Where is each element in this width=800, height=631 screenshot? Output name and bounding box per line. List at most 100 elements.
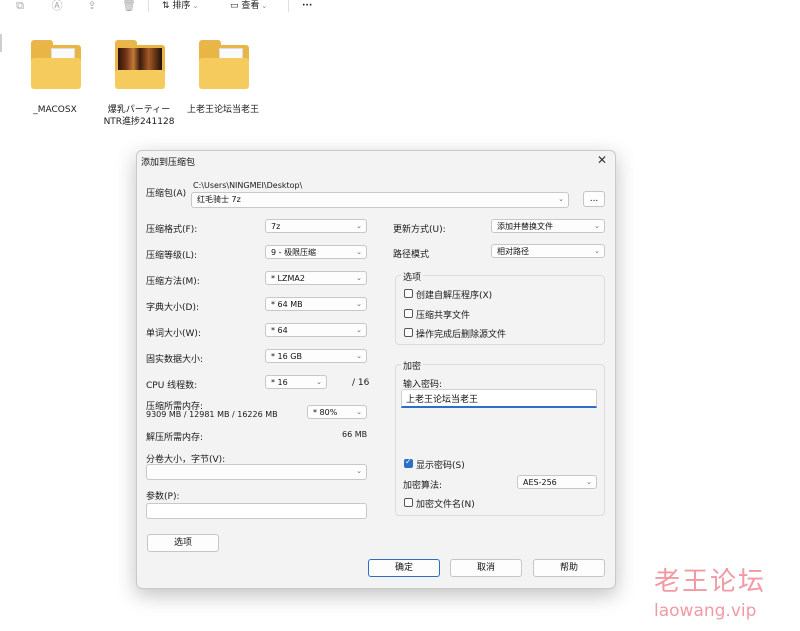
cpu-total: / 16 — [352, 378, 370, 388]
copy-icon[interactable]: ⧉ — [14, 0, 26, 12]
enc-method-value: AES-256 — [523, 478, 557, 487]
toolbar-divider — [288, 0, 289, 12]
folder-icon — [199, 38, 249, 90]
share-icon[interactable]: ⇪ — [86, 0, 98, 12]
watermark-url: laowang.vip — [654, 601, 757, 621]
folder-name: 爆乳パーティー NTR進捗241128 — [103, 105, 175, 127]
sort-icon: ⇅ — [162, 1, 170, 11]
selection-indicator — [0, 34, 2, 52]
close-icon[interactable]: ✕ — [597, 153, 607, 167]
show-password-checkbox[interactable] — [404, 457, 413, 468]
pathmode-select[interactable]: 相对路径 ⌄ — [491, 244, 605, 258]
sfx-checkbox[interactable] — [404, 289, 413, 298]
add-to-archive-dialog: 添加到压缩包 ✕ 压缩包(A) C:\Users\NINGMEI\Desktop… — [136, 150, 616, 589]
chevron-down-icon: ⌄ — [192, 2, 199, 10]
update-value: 添加并替换文件 — [497, 222, 553, 231]
solid-value: * 16 GB — [271, 352, 302, 361]
archive-path: C:\Users\NINGMEI\Desktop\ — [193, 181, 303, 190]
mem-select[interactable]: * 80% ⌄ — [307, 405, 367, 419]
explorer-toolbar: ⧉ Ⓐ ⇪ 🗑 ⇅ 排序 ⌄ ▭ 查看 ⌄ ··· — [0, 0, 800, 16]
archive-name-combo[interactable]: 红毛骑士 7z ⌄ — [191, 192, 569, 208]
format-value: 7z — [271, 222, 281, 231]
params-input[interactable] — [146, 503, 367, 519]
archive-label: 压缩包(A) — [146, 189, 187, 199]
ok-button[interactable]: 确定 — [368, 559, 440, 577]
encryption-group-title: 加密 — [401, 359, 424, 372]
update-select[interactable]: 添加并替换文件 ⌄ — [491, 219, 605, 233]
decomp-label: 解压所需内存: — [146, 433, 204, 443]
method-select[interactable]: * LZMA2 ⌄ — [265, 271, 367, 285]
mem-value: * 80% — [313, 408, 338, 417]
sort-button[interactable]: ⇅ 排序 ⌄ — [162, 0, 198, 12]
dict-label: 字典大小(D): — [146, 303, 199, 313]
encrypt-names-label: 加密文件名(N) — [416, 500, 475, 510]
method-label: 压缩方法(M): — [146, 277, 200, 287]
encrypt-names-checkbox[interactable] — [404, 498, 413, 507]
chevron-down-icon: ⌄ — [594, 247, 600, 255]
solid-select[interactable]: * 16 GB ⌄ — [265, 349, 367, 363]
archive-name-value: 红毛骑士 7z — [197, 195, 241, 204]
options-button[interactable]: 选项 — [147, 534, 219, 552]
shared-checkbox[interactable] — [404, 309, 413, 318]
chevron-down-icon: ⌄ — [356, 467, 362, 475]
chevron-down-icon: ⌄ — [261, 2, 268, 10]
chevron-down-icon: ⌄ — [558, 195, 564, 203]
chevron-down-icon: ⌄ — [356, 352, 362, 360]
params-label: 参数(P): — [146, 492, 180, 502]
delete-source-checkbox[interactable] — [404, 328, 413, 337]
view-label: 查看 — [241, 1, 260, 11]
rename-icon[interactable]: Ⓐ — [51, 0, 63, 12]
split-select[interactable]: ⌄ — [146, 464, 367, 480]
chevron-down-icon: ⌄ — [586, 478, 592, 486]
cpu-label: CPU 线程数: — [146, 381, 198, 391]
help-button[interactable]: 帮助 — [533, 559, 605, 577]
level-value: 9 - 极限压缩 — [271, 248, 317, 257]
cpu-value: * 16 — [271, 378, 288, 387]
word-value: * 64 — [271, 326, 288, 335]
shared-label: 压缩共享文件 — [416, 311, 471, 321]
dialog-title: 添加到压缩包 — [141, 158, 196, 168]
folder-icon — [115, 38, 165, 90]
chevron-down-icon: ⌄ — [316, 378, 322, 386]
cpu-select[interactable]: * 16 ⌄ — [265, 375, 327, 389]
sort-label: 排序 — [172, 1, 191, 11]
update-label: 更新方式(U): — [393, 225, 446, 235]
sfx-label: 创建自解压程序(X) — [416, 291, 493, 301]
show-password-label: 显示密码(S) — [416, 461, 465, 471]
word-select[interactable]: * 64 ⌄ — [265, 323, 367, 337]
options-group-title: 选项 — [401, 270, 424, 283]
watermark-logo-text: 老王论坛 — [654, 567, 767, 597]
pathmode-value: 相对路径 — [497, 247, 529, 256]
level-select[interactable]: 9 - 极限压缩 ⌄ — [265, 245, 367, 259]
dict-value: * 64 MB — [271, 300, 303, 309]
format-label: 压缩格式(F): — [146, 225, 198, 235]
more-options-button[interactable]: ··· — [302, 0, 312, 12]
password-input[interactable]: 上老王论坛当老王 — [401, 389, 597, 408]
view-button[interactable]: ▭ 查看 ⌄ — [230, 0, 267, 12]
chevron-down-icon: ⌄ — [594, 222, 600, 230]
method-value: * LZMA2 — [271, 274, 305, 283]
folder-icon — [31, 38, 81, 90]
format-select[interactable]: 7z ⌄ — [265, 219, 367, 233]
folder-item[interactable]: 爆乳パーティー NTR進捗241128 — [99, 38, 179, 130]
dict-select[interactable]: * 64 MB ⌄ — [265, 297, 367, 311]
pathmode-label: 路径模式 — [393, 250, 430, 260]
enc-method-label: 加密算法: — [403, 481, 443, 491]
folder-item[interactable]: _MACOSX — [15, 38, 95, 130]
chevron-down-icon: ⌄ — [356, 248, 362, 256]
delete-icon[interactable]: 🗑 — [122, 0, 136, 12]
chevron-down-icon: ⌄ — [356, 300, 362, 308]
decomp-value: 66 MB — [342, 430, 368, 439]
enc-method-select[interactable]: AES-256 ⌄ — [517, 475, 597, 489]
word-label: 单词大小(W): — [146, 329, 201, 339]
view-icon: ▭ — [230, 1, 239, 11]
delete-source-label: 操作完成后删除源文件 — [416, 330, 507, 340]
folder-thumbnail — [118, 48, 162, 72]
solid-label: 固实数据大小: — [146, 355, 204, 365]
cancel-button[interactable]: 取消 — [450, 559, 522, 577]
toolbar-divider — [148, 0, 149, 12]
folder-item[interactable]: 上老王论坛当老王 — [183, 38, 263, 130]
chevron-down-icon: ⌄ — [356, 408, 362, 416]
mem-detail: 9309 MB / 12981 MB / 16226 MB — [146, 410, 278, 419]
browse-button[interactable]: ... — [583, 191, 605, 207]
